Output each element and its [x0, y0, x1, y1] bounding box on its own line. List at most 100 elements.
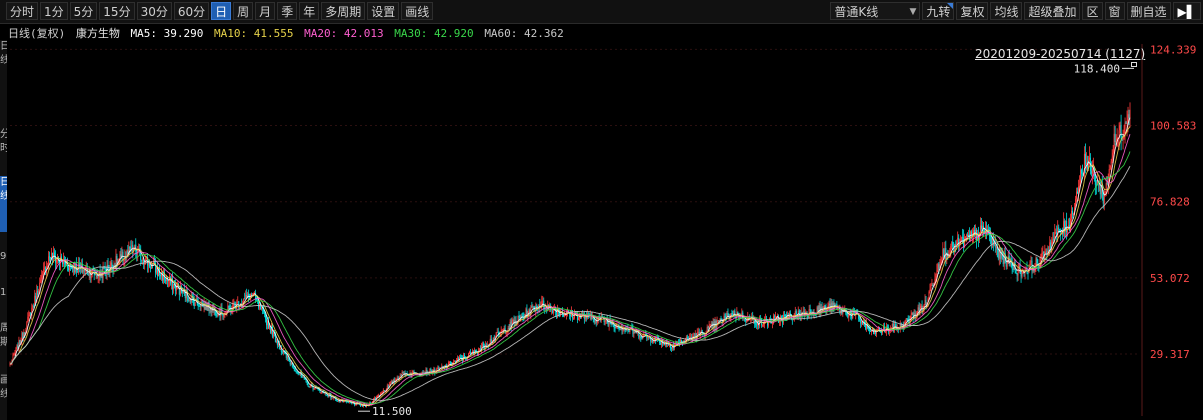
candle-body — [743, 318, 745, 320]
candle-body — [1042, 251, 1044, 253]
candle-body — [706, 327, 708, 332]
sidebar-item-3[interactable]: 9 — [0, 250, 7, 274]
candle-body — [129, 246, 131, 249]
candle-body — [564, 314, 566, 317]
lock-icon — [1131, 62, 1137, 67]
candle-body — [288, 359, 290, 361]
candle-body — [286, 356, 288, 358]
candle-body — [1058, 227, 1060, 230]
candle-body — [931, 285, 933, 286]
candle-body — [604, 321, 606, 323]
candle-body — [774, 316, 776, 318]
sidebar-item-4[interactable]: 10 — [0, 286, 7, 310]
candle-body — [1035, 258, 1037, 265]
candle-body — [22, 332, 24, 338]
candle-body — [990, 236, 992, 244]
candle-body — [187, 297, 189, 301]
candle-body — [572, 317, 574, 319]
candle-body — [167, 280, 169, 282]
candle-body — [613, 325, 615, 328]
candle-body — [27, 316, 29, 322]
candle-body — [1122, 138, 1124, 140]
candle-body — [930, 285, 932, 290]
sidebar-item-1[interactable]: 分时 — [0, 128, 7, 172]
candle-body — [76, 271, 78, 273]
candle-body — [1020, 271, 1022, 277]
candle-body — [279, 349, 281, 350]
candle-body — [1045, 251, 1047, 253]
candle-body — [44, 267, 46, 270]
candle-body — [762, 325, 764, 326]
date-range-label[interactable]: 20201209-20250714 (1127) — [975, 47, 1145, 61]
candle-body — [961, 237, 963, 240]
candle-body — [43, 269, 45, 273]
candle-body — [294, 368, 296, 372]
candle-body — [595, 321, 597, 323]
candle-body — [614, 327, 616, 329]
candle-body — [936, 270, 938, 276]
candle-body — [1113, 133, 1115, 153]
candle-body — [37, 290, 39, 295]
candle-body — [1016, 273, 1018, 276]
candle-body — [868, 328, 870, 330]
candle-body — [251, 293, 253, 295]
candle-body — [740, 317, 742, 318]
sidebar-item-0[interactable]: 日线 — [0, 40, 7, 84]
candle-body — [531, 306, 533, 308]
candle-body — [976, 229, 978, 241]
candle-body — [134, 244, 136, 249]
candle-body — [653, 341, 655, 343]
candle-body — [1119, 125, 1121, 131]
candle-body — [324, 393, 326, 394]
candle-body — [215, 314, 217, 316]
candlestick-chart[interactable]: 124.339 100.583 76.828 53.072 29.317 118.400 1… — [0, 0, 1203, 420]
sidebar-item-6[interactable]: 画线 — [0, 374, 7, 420]
candle-body — [1088, 157, 1090, 160]
candle-body — [32, 305, 34, 308]
candle-body — [156, 268, 158, 273]
candle-body — [326, 395, 328, 396]
candle-body — [275, 340, 277, 342]
y-tick-label-3: 53.072 — [1150, 272, 1190, 285]
candle-body — [373, 397, 375, 400]
candle-body — [870, 331, 872, 332]
candle-body — [198, 305, 200, 307]
candle-body — [397, 377, 399, 380]
candle-body — [257, 299, 259, 301]
candle-body — [772, 323, 774, 324]
candle-body — [925, 300, 927, 306]
candle-body — [980, 225, 982, 229]
candle-body — [906, 318, 908, 320]
candle-body — [454, 360, 456, 363]
sidebar-item-2[interactable]: 日线 — [0, 176, 7, 232]
candle-body — [457, 358, 459, 360]
candle-body — [14, 352, 16, 355]
candle-body — [490, 338, 492, 343]
candle-body — [1000, 249, 1002, 260]
candle-body — [280, 349, 282, 352]
candle-body — [707, 327, 709, 329]
candle-body — [216, 314, 218, 316]
candle-body — [319, 390, 321, 393]
candle-body — [502, 329, 504, 331]
sidebar-item-5[interactable]: 周期 — [0, 322, 7, 368]
candle-body — [460, 357, 462, 359]
candle-body — [918, 307, 920, 311]
candle-body — [874, 329, 876, 334]
candle-body — [1105, 183, 1107, 192]
candle-body — [861, 321, 863, 324]
candle-body — [223, 315, 225, 317]
candle-body — [634, 331, 636, 333]
candle-body — [802, 311, 804, 314]
candle-body — [121, 251, 123, 256]
candle-body — [628, 330, 630, 332]
candle-body — [937, 264, 939, 271]
candle-body — [536, 305, 538, 307]
candle-body — [468, 352, 470, 354]
candle-body — [968, 234, 970, 236]
candle-body — [1128, 114, 1130, 118]
candle-body — [348, 401, 350, 403]
candle-body — [532, 306, 534, 308]
candle-body — [172, 284, 174, 290]
candle-body — [332, 397, 334, 399]
